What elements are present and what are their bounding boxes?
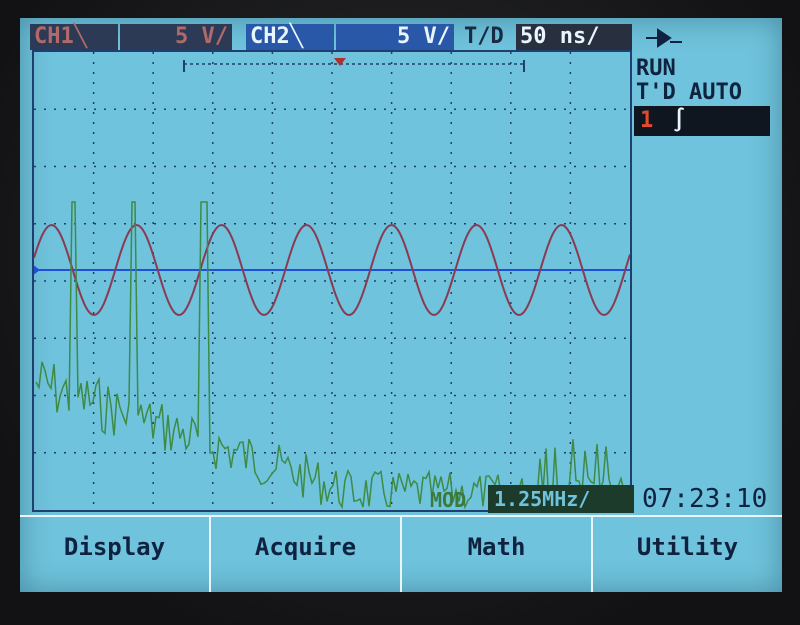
softkey-bar: Display Acquire Math Utility bbox=[20, 515, 782, 592]
oscilloscope-screen: CH1╲ 5 V/ CH2╲ 5 V/ T/D 50 ns/ RUN T'D A… bbox=[20, 18, 782, 592]
ch1-scale[interactable]: 5 V/ bbox=[120, 24, 232, 50]
display-softkey[interactable]: Display bbox=[20, 517, 211, 592]
clock: 07:23:10 bbox=[642, 484, 768, 514]
trigger-source-box[interactable]: 1 ∫ bbox=[634, 106, 770, 136]
trigger-source: 1 bbox=[640, 108, 654, 133]
math-softkey[interactable]: Math bbox=[402, 517, 593, 592]
acquire-softkey[interactable]: Acquire bbox=[211, 517, 402, 592]
ch2-label[interactable]: CH2╲ bbox=[246, 24, 334, 50]
ground-marker-icon bbox=[34, 265, 40, 275]
trigger-edge-icon: ∫ bbox=[672, 108, 686, 133]
ch1-label[interactable]: CH1╲ bbox=[30, 24, 118, 50]
trigger-mode: T'D AUTO bbox=[636, 80, 742, 105]
waveform-svg bbox=[34, 52, 630, 510]
ch2-waveform-trace bbox=[35, 201, 630, 510]
mode-label: MOD bbox=[430, 488, 467, 512]
time-division-value[interactable]: 50 ns/ bbox=[516, 24, 632, 50]
mode-frequency: 1.25MHz/ bbox=[488, 485, 634, 513]
ch2-scale[interactable]: 5 V/ bbox=[336, 24, 454, 50]
waveform-display bbox=[32, 50, 632, 512]
utility-softkey[interactable]: Utility bbox=[593, 517, 782, 592]
run-state: RUN bbox=[636, 56, 676, 81]
trigger-arrow-icon bbox=[644, 26, 684, 50]
time-division-label: T/D bbox=[464, 24, 504, 49]
trigger-position-marker-icon bbox=[334, 58, 346, 66]
